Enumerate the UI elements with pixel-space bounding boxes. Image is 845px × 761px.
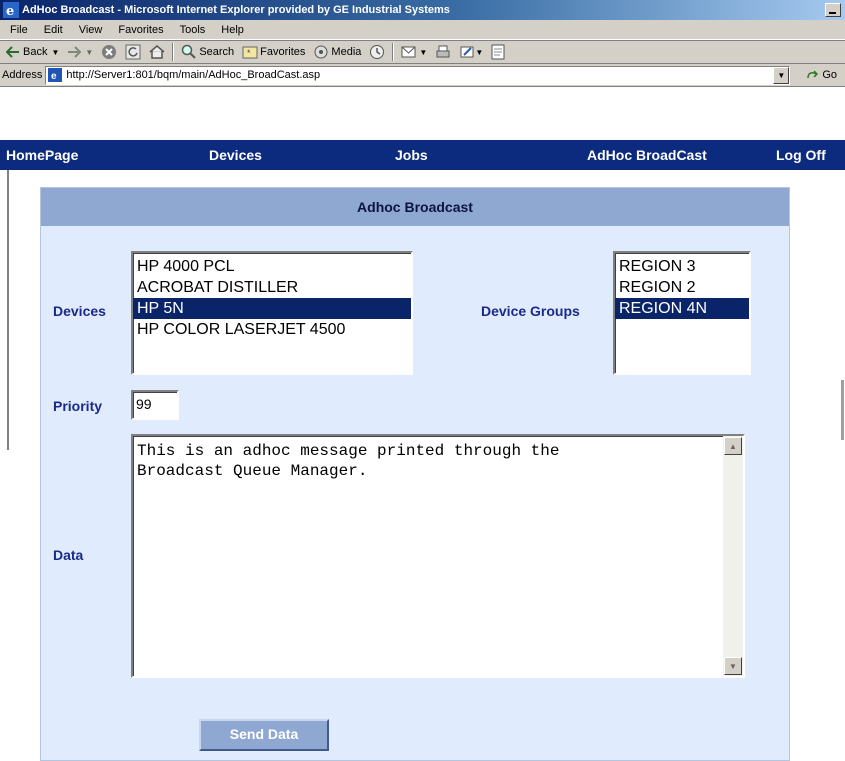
- device-groups-listbox[interactable]: REGION 3 REGION 2 REGION 4N: [613, 251, 751, 375]
- back-dropdown-icon[interactable]: ▼: [51, 48, 59, 57]
- menu-view[interactable]: View: [71, 24, 111, 36]
- nav-jobs[interactable]: Jobs: [395, 140, 428, 170]
- chevron-down-icon: ▼: [777, 70, 786, 80]
- go-arrow-icon: [807, 70, 819, 79]
- forward-arrow-icon: [68, 46, 82, 58]
- devices-option[interactable]: HP COLOR LASERJET 4500: [133, 319, 411, 340]
- device-groups-option[interactable]: REGION 3: [615, 256, 749, 277]
- forward-dropdown-icon[interactable]: ▼: [85, 48, 93, 57]
- scroll-up-button[interactable]: ▲: [724, 437, 742, 455]
- history-button[interactable]: [365, 42, 389, 62]
- address-label: Address: [2, 69, 43, 81]
- data-scrollbar[interactable]: ▲ ▼: [723, 436, 743, 676]
- print-button[interactable]: [431, 42, 455, 62]
- svg-text:*: *: [247, 48, 251, 58]
- scroll-down-button[interactable]: ▼: [724, 657, 742, 675]
- priority-input[interactable]: 99: [131, 390, 179, 420]
- page-border-line: [7, 170, 9, 450]
- data-text: This is an adhoc message printed through…: [137, 442, 560, 480]
- favorites-icon: *: [242, 46, 258, 59]
- stop-icon: [102, 45, 117, 59]
- toolbar-separator: [172, 43, 175, 61]
- menu-edit[interactable]: Edit: [36, 24, 71, 36]
- favorites-label: Favorites: [260, 46, 306, 58]
- refresh-icon: [125, 44, 141, 60]
- devices-option-selected[interactable]: HP 5N: [133, 298, 411, 319]
- search-icon: [182, 44, 197, 59]
- history-icon: [370, 45, 385, 59]
- media-label: Media: [331, 46, 362, 58]
- devices-option[interactable]: ACROBAT DISTILLER: [133, 277, 411, 298]
- window-titlebar: e AdHoc Broadcast - Microsoft Internet E…: [0, 0, 845, 20]
- menu-favorites[interactable]: Favorites: [110, 24, 171, 36]
- menu-help[interactable]: Help: [213, 24, 252, 36]
- search-button[interactable]: Search: [177, 42, 238, 62]
- devices-option[interactable]: HP 4000 PCL: [133, 256, 411, 277]
- priority-label: Priority: [53, 398, 103, 414]
- edit-icon: [460, 46, 474, 58]
- back-button[interactable]: Back ▼: [2, 42, 63, 62]
- address-bar: Address e http://Server1:801/bqm/main/Ad…: [0, 64, 845, 87]
- panel-title: Adhoc Broadcast: [41, 188, 789, 226]
- menu-tools[interactable]: Tools: [172, 24, 214, 36]
- refresh-button[interactable]: [121, 42, 145, 62]
- edit-button[interactable]: ▼: [455, 42, 487, 62]
- media-icon: [314, 45, 328, 59]
- data-label: Data: [53, 547, 84, 563]
- home-button[interactable]: [145, 42, 169, 62]
- window-title: AdHoc Broadcast - Microsoft Internet Exp…: [22, 4, 450, 16]
- discuss-button[interactable]: [487, 42, 509, 62]
- minimize-button[interactable]: [825, 3, 841, 17]
- devices-label: Devices: [53, 303, 106, 319]
- nav-devices[interactable]: Devices: [209, 140, 262, 170]
- page-icon: e: [48, 68, 63, 82]
- home-icon: [149, 45, 165, 59]
- discuss-icon: [491, 44, 505, 60]
- adhoc-broadcast-panel: Adhoc Broadcast Devices HP 4000 PCL ACRO…: [40, 187, 790, 761]
- nav-adhoc-broadcast[interactable]: AdHoc BroadCast: [587, 140, 707, 170]
- back-arrow-icon: [6, 46, 19, 58]
- data-textarea[interactable]: This is an adhoc message printed through…: [131, 434, 745, 678]
- device-groups-option-selected[interactable]: REGION 4N: [615, 298, 749, 319]
- nav-homepage[interactable]: HomePage: [6, 140, 78, 170]
- mail-dropdown-icon[interactable]: ▼: [419, 48, 427, 57]
- device-groups-option[interactable]: REGION 2: [615, 277, 749, 298]
- toolbar-separator: [392, 43, 395, 61]
- edit-dropdown-icon[interactable]: ▼: [475, 48, 483, 57]
- mail-button[interactable]: ▼: [397, 42, 431, 62]
- search-label: Search: [199, 46, 235, 58]
- address-dropdown-button[interactable]: ▼: [773, 66, 790, 84]
- favorites-button[interactable]: * Favorites: [238, 42, 309, 62]
- media-button[interactable]: Media: [309, 42, 365, 62]
- svg-text:e: e: [6, 4, 14, 18]
- go-button[interactable]: Go: [806, 69, 837, 81]
- device-groups-label: Device Groups: [481, 303, 580, 319]
- svg-text:e: e: [51, 71, 57, 82]
- menu-file[interactable]: File: [2, 24, 36, 36]
- send-data-button[interactable]: Send Data: [199, 719, 329, 751]
- back-label: Back: [23, 46, 48, 58]
- internet-explorer-icon: e: [3, 2, 19, 18]
- menu-bar: File Edit View Favorites Tools Help: [0, 20, 845, 40]
- browser-toolbar: Back ▼ ▼ Search * Favorites Media ▼ ▼: [0, 40, 845, 64]
- address-input[interactable]: e http://Server1:801/bqm/main/AdHoc_Broa…: [45, 65, 791, 85]
- forward-button[interactable]: ▼: [63, 42, 97, 62]
- mail-icon: [401, 46, 416, 58]
- stop-button[interactable]: [97, 42, 121, 62]
- print-icon: [436, 45, 450, 58]
- chevron-down-icon: ▼: [729, 661, 737, 671]
- chevron-up-icon: ▲: [729, 441, 737, 451]
- devices-listbox[interactable]: HP 4000 PCL ACROBAT DISTILLER HP 5N HP C…: [131, 251, 413, 375]
- address-url: http://Server1:801/bqm/main/AdHoc_BroadC…: [66, 69, 321, 81]
- go-label: Go: [822, 69, 838, 81]
- nav-log-off[interactable]: Log Off: [776, 140, 826, 170]
- site-nav-bar: HomePage Devices Jobs AdHoc BroadCast Lo…: [0, 140, 845, 170]
- page-border-line: [841, 380, 844, 440]
